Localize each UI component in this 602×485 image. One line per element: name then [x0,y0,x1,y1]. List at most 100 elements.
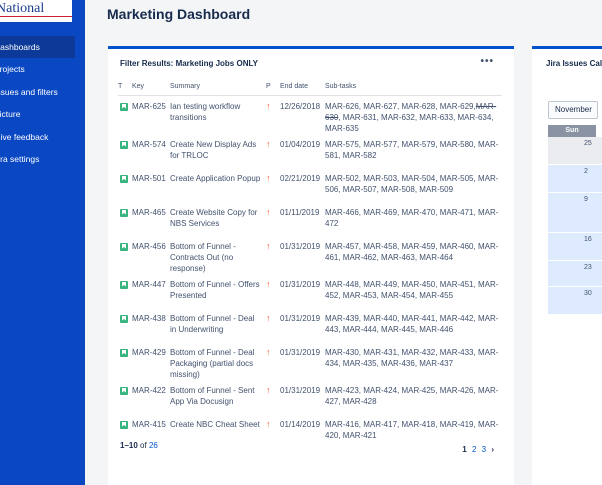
subtask-links[interactable]: , MAR-631, MAR-632, MAR-633, MAR-634, MA… [325,113,494,133]
arrow-up-icon: ↑ [266,278,271,289]
page-3[interactable]: 3 [482,445,486,454]
priority-cell: ↑ [266,380,280,414]
issue-summary-link[interactable]: Bottom of Funnel - Sent App Via Docusign [170,380,266,414]
page-2[interactable]: 2 [472,445,476,454]
sidebar-item-issues-filters[interactable]: Issues and filters [0,81,85,103]
issue-summary-link[interactable]: Ian testing workflow transitions [170,95,266,134]
issue-summary-link[interactable]: Create NBC Cheat Sheet [170,414,266,448]
issue-key-link[interactable]: MAR-456 [132,236,170,274]
issue-summary-link[interactable]: Create Application Popup [170,168,266,202]
type-cell [118,134,132,168]
sidebar-item-picture[interactable]: Picture [0,103,85,125]
story-icon [120,314,128,323]
table-row: MAR-422 Bottom of Funnel - Sent App Via D… [118,380,502,414]
results-total-link[interactable]: 26 [149,441,158,450]
sidebar-item-settings[interactable]: Jira settings [0,148,85,170]
calendar-day: 16 [584,236,592,243]
type-cell [118,380,132,414]
calendar-day: 25 [584,140,592,147]
arrow-up-icon: ↑ [266,384,271,395]
arrow-up-icon: ↑ [266,100,271,111]
priority-cell: ↑ [266,342,280,380]
column-header-key[interactable]: Key [132,79,170,96]
story-icon [120,386,128,395]
issue-key-link[interactable]: MAR-438 [132,308,170,342]
type-cell [118,236,132,274]
more-icon[interactable]: ••• [480,56,494,67]
sidebar-item-feedback[interactable]: Give feedback [0,126,85,148]
table-row: MAR-456 Bottom of Funnel - Contracts Out … [118,236,502,274]
issue-summary-link[interactable]: Bottom of Funnel - Deal in Underwriting [170,308,266,342]
subtask-links[interactable]: MAR-416, MAR-417, MAR-418, MAR-419, MAR-… [325,420,498,440]
column-header-type[interactable]: T [118,79,132,96]
arrow-up-icon: ↑ [266,172,271,183]
subtasks-cell: MAR-430, MAR-431, MAR-432, MAR-433, MAR-… [325,342,502,380]
subtasks-cell: MAR-439, MAR-440, MAR-441, MAR-442, MAR-… [325,308,502,342]
issue-summary-link[interactable]: Create Website Copy for NBS Services [170,202,266,236]
story-icon [120,208,128,217]
issue-key-link[interactable]: MAR-422 [132,380,170,414]
subtasks-cell: MAR-502, MAR-503, MAR-504, MAR-505, MAR-… [325,168,502,202]
type-cell [118,308,132,342]
calendar-cell[interactable]: 16 [548,233,602,261]
column-header-end-date[interactable]: End date [280,79,325,96]
table-row: MAR-625 Ian testing workflow transitions ↑… [118,95,502,134]
main-content: Marketing Dashboard Filter Results: Mark… [85,0,602,485]
story-icon [120,102,128,111]
subtask-links[interactable]: MAR-430, MAR-431, MAR-432, MAR-433, MAR-… [325,348,498,368]
next-page-icon[interactable]: › [491,445,494,454]
column-header-summary[interactable]: Summary [170,79,266,96]
calendar-cell[interactable]: 25 [548,137,602,165]
sidebar-item-label: Projects [0,64,25,75]
end-date: 01/31/2019 [280,385,321,395]
subtask-links[interactable]: MAR-466, MAR-469, MAR-470, MAR-471, MAR-… [325,208,498,228]
end-date: 01/04/2019 [280,139,321,149]
arrow-up-icon: ↑ [266,312,271,323]
issue-summary-link[interactable]: Bottom of Funnel - Offers Presented [170,274,266,308]
calendar-cell[interactable]: 30 [548,287,602,315]
calendar-day: 9 [584,196,588,203]
subtask-links[interactable]: MAR-423, MAR-424, MAR-425, MAR-426, MAR-… [325,386,498,406]
end-date: 01/31/2019 [280,279,321,289]
issue-key-link[interactable]: MAR-465 [132,202,170,236]
subtask-links[interactable]: MAR-457, MAR-458, MAR-459, MAR-460, MAR-… [325,242,498,262]
sidebar-nav: Dashboards Projects Issues and filters P… [0,36,85,170]
story-icon [120,174,128,183]
table-row: MAR-501 Create Application Popup ↑ 02/21/20… [118,168,502,202]
issue-summary-link[interactable]: Create New Display Ads for TRLOC [170,134,266,168]
arrow-up-icon: ↑ [266,418,271,429]
calendar-cell[interactable]: 9 [548,193,602,233]
column-header-subtasks[interactable]: Sub-tasks [325,79,502,96]
page-1[interactable]: 1 [462,445,466,454]
end-date: 01/14/2019 [280,419,321,429]
issue-summary-link[interactable]: Bottom of Funnel - Contracts Out (no res… [170,236,266,274]
end-date: 01/31/2019 [280,241,321,251]
issue-key-link[interactable]: MAR-447 [132,274,170,308]
subtasks-cell: MAR-448, MAR-449, MAR-450, MAR-451, MAR-… [325,274,502,308]
arrow-up-icon: ↑ [266,240,271,251]
issue-key-link[interactable]: MAR-625 [132,95,170,134]
subtask-links[interactable]: MAR-448, MAR-449, MAR-450, MAR-451, MAR-… [325,280,498,300]
type-cell [118,342,132,380]
subtask-links[interactable]: MAR-626, MAR-627, MAR-628, MAR-629, [325,102,476,111]
issue-key-link[interactable]: MAR-574 [132,134,170,168]
subtask-links[interactable]: MAR-575, MAR-577, MAR-579, MAR-580, MAR-… [325,140,498,160]
calendar-cell[interactable]: 2 [548,165,602,193]
pagination: 1 2 3 › [459,445,494,454]
company-logo[interactable]: National [0,0,72,22]
sidebar-item-projects[interactable]: Projects [0,58,85,80]
issue-key-link[interactable]: MAR-501 [132,168,170,202]
story-icon [120,280,128,289]
subtask-links[interactable]: MAR-502, MAR-503, MAR-504, MAR-505, MAR-… [325,174,498,194]
issue-key-link[interactable]: MAR-429 [132,342,170,380]
end-date: 02/21/2019 [280,173,321,183]
subtasks-cell: MAR-626, MAR-627, MAR-628, MAR-629,MAR-6… [325,95,502,134]
sidebar-item-label: Picture [0,109,21,120]
calendar-cell[interactable]: 23 [548,261,602,287]
issue-summary-link[interactable]: Bottom of Funnel - Deal Packaging (parti… [170,342,266,380]
calendar-title: Jira Issues Cale [546,59,602,68]
column-header-priority[interactable]: P [266,79,280,96]
month-select[interactable]: November [548,101,598,119]
subtask-links[interactable]: MAR-439, MAR-440, MAR-441, MAR-442, MAR-… [325,314,498,334]
sidebar-item-dashboards[interactable]: Dashboards [0,36,75,58]
